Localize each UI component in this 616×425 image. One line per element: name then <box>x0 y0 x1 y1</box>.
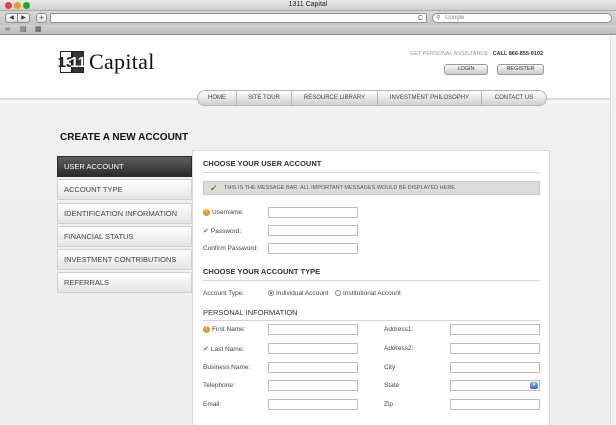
sidebar-item-identification-information[interactable]: IDENTIFICATION INFORMATION <box>57 202 192 224</box>
nav-item-home[interactable]: HOME <box>198 91 237 105</box>
warning-icon: ! <box>203 209 210 216</box>
reload-icon[interactable]: C <box>418 14 423 23</box>
search-field[interactable]: ⚲ <box>432 13 612 23</box>
username-label-text: Username: <box>212 209 244 217</box>
username-label: ! Username: <box>203 209 244 216</box>
page-title: CREATE A NEW ACCOUNT <box>60 132 189 143</box>
checkmark-icon: ✔ <box>210 183 218 193</box>
individual-account-option[interactable]: Individual Account <box>268 290 328 297</box>
email-label: Email: <box>203 401 222 408</box>
zip-input[interactable] <box>450 399 540 410</box>
institutional-account-label: Institutional Account <box>343 290 401 297</box>
grid-icon[interactable]: ▦ <box>35 26 42 34</box>
logo-mark-right: 11 <box>70 51 86 73</box>
state-select[interactable]: ▾ <box>450 380 540 391</box>
address1-label: Address1: <box>384 326 414 333</box>
account-type-heading: CHOOSE YOUR ACCOUNT TYPE <box>203 267 321 276</box>
nav-item-contact-us[interactable]: CONTACT US <box>482 91 546 105</box>
account-form: CHOOSE YOUR USER ACCOUNT ✔ THIS IS THE M… <box>192 150 550 425</box>
assistance-phone: CALL 866-855-9102 <box>492 51 543 57</box>
reading-glasses-icon[interactable]: ∞ <box>5 26 10 34</box>
warning-icon: ! <box>203 326 210 333</box>
sidebar-item-financial-status[interactable]: FINANCIAL STATUS <box>57 225 192 247</box>
sidebar-item-user-account[interactable]: USER ACCOUNT <box>57 156 197 177</box>
address1-input[interactable] <box>450 324 540 335</box>
logo-mark: 13 11 <box>58 51 86 73</box>
window-titlebar: 1311 Capital <box>0 0 616 11</box>
username-input[interactable] <box>268 207 358 218</box>
business-name-label: Business Name: <box>203 364 251 371</box>
checkmark-icon: ✔ <box>203 228 209 235</box>
magnifier-icon: ⚲ <box>436 15 441 21</box>
logo[interactable]: 13 11 Capital <box>58 49 155 74</box>
new-tab-button[interactable]: + <box>36 13 47 23</box>
message-bar-text: THIS IS THE MESSAGE BAR. ALL IMPORTANT M… <box>224 185 457 191</box>
chevron-down-icon: ▾ <box>530 382 538 389</box>
account-type-label: Account Type: <box>203 290 245 297</box>
institutional-account-radio[interactable] <box>335 290 341 297</box>
personal-assistance: GET PERSONAL ASSISTANCE . CALL 866-855-9… <box>410 51 543 57</box>
nav-item-site-tour[interactable]: SITE TOUR <box>237 91 292 105</box>
nav-item-resource-library[interactable]: RESOURCE LIBRARY <box>292 91 378 105</box>
message-bar: ✔ THIS IS THE MESSAGE BAR. ALL IMPORTANT… <box>203 181 540 195</box>
back-button[interactable]: ◀ <box>6 14 17 22</box>
forward-button[interactable]: ▶ <box>17 14 29 22</box>
browser-toolbar: ◀ ▶ + C ⚲ <box>0 11 616 25</box>
individual-account-radio[interactable] <box>268 290 274 297</box>
confirm-password-label: Confirm Password: <box>203 245 258 252</box>
address2-input[interactable] <box>450 343 540 354</box>
bookmarks-bar: ∞ ▤ ▦ <box>0 25 616 35</box>
address2-label: Address2: <box>384 345 414 352</box>
confirm-password-input[interactable] <box>268 243 358 254</box>
personal-information-heading: PERSONAL INFORMATION <box>203 308 298 317</box>
sidebar: USER ACCOUNT ACCOUNT TYPE IDENTIFICATION… <box>57 156 197 296</box>
sidebar-item-investment-contributions[interactable]: INVESTMENT CONTRIBUTIONS <box>57 249 192 271</box>
sidebar-item-referrals[interactable]: REFERRALS <box>57 272 192 294</box>
email-input[interactable] <box>268 399 358 410</box>
city-input[interactable] <box>450 362 540 373</box>
search-input[interactable] <box>445 14 605 22</box>
user-account-heading: CHOOSE YOUR USER ACCOUNT <box>203 159 322 168</box>
section-divider <box>203 280 540 281</box>
page-scrollbar[interactable] <box>610 36 616 425</box>
first-name-label-text: First Name: <box>212 326 246 334</box>
sidebar-item-account-type[interactable]: ACCOUNT TYPE <box>57 179 192 201</box>
state-label: State <box>384 382 400 389</box>
url-bar[interactable]: C <box>50 13 427 23</box>
back-forward-buttons: ◀ ▶ <box>5 13 30 23</box>
institutional-account-option[interactable]: Institutional Account <box>335 290 401 297</box>
page-viewport: 13 11 Capital GET PERSONAL ASSISTANCE . … <box>0 36 610 425</box>
password-label: ✔ Password: <box>203 227 241 235</box>
zip-label: Zip <box>384 401 394 408</box>
section-divider <box>203 172 540 173</box>
register-button[interactable]: REGISTER <box>497 64 544 75</box>
last-name-label: ✔ Last Name: <box>203 345 244 353</box>
main-nav: HOME SITE TOUR RESOURCE LIBRARY INVESTME… <box>197 90 547 106</box>
first-name-input[interactable] <box>268 324 358 335</box>
last-name-label-text: Last Name: <box>210 346 245 353</box>
city-label: City <box>384 364 396 371</box>
business-name-input[interactable] <box>268 362 358 373</box>
assistance-label: GET PERSONAL ASSISTANCE . <box>409 51 492 57</box>
window-title: 1311 Capital <box>288 1 328 8</box>
nav-item-investment-philosophy[interactable]: INVESTMENT PHILOSOPHY <box>378 91 482 105</box>
telephone-input[interactable] <box>268 380 358 391</box>
book-icon[interactable]: ▤ <box>20 26 27 34</box>
login-button[interactable]: LOGIN <box>444 64 488 75</box>
checkmark-icon: ✔ <box>203 346 209 353</box>
telephone-label: Telephone: <box>203 382 235 389</box>
password-label-text: Password: <box>210 228 242 235</box>
first-name-label: ! First Name: <box>203 326 246 333</box>
section-divider <box>203 320 540 321</box>
logo-text: Capital <box>89 49 155 74</box>
password-input[interactable] <box>268 225 358 236</box>
last-name-input[interactable] <box>268 343 358 354</box>
individual-account-label: Individual Account <box>276 290 329 297</box>
